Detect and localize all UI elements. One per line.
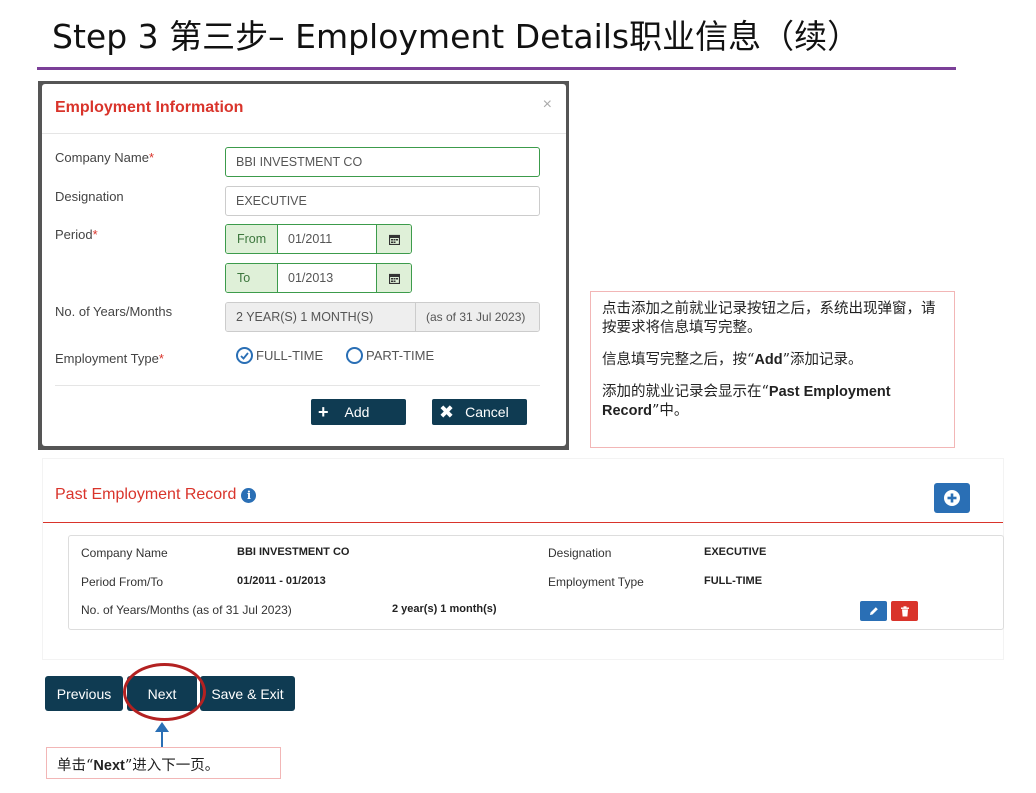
full-time-label: FULL-TIME (256, 348, 324, 363)
calendar-icon[interactable] (376, 225, 411, 253)
section-title: Past Employment Record i (55, 486, 257, 504)
employment-information-modal: Employment Information × Company Name* B… (42, 84, 566, 446)
radio-part-time[interactable]: PART-TIME (346, 347, 434, 364)
rec-years-label: No. of Years/Months (as of 31 Jul 2023) (81, 603, 292, 617)
years-months-value: 2 YEAR(S) 1 MONTH(S) (226, 303, 416, 331)
designation-input[interactable]: EXECUTIVE (225, 186, 540, 216)
from-addon: From (226, 225, 278, 253)
check-circle-icon (236, 347, 253, 364)
previous-button[interactable]: Previous (45, 676, 123, 711)
radio-full-time[interactable]: FULL-TIME (236, 347, 323, 364)
callout-arrow (161, 731, 163, 748)
rec-emptype-value: FULL-TIME (704, 575, 763, 587)
delete-record-button[interactable] (891, 601, 918, 621)
rec-years-value: 2 year(s) 1 month(s) (392, 603, 497, 615)
rec-period-label: Period From/To (81, 575, 164, 589)
period-to-input[interactable]: 01/2013 (278, 264, 376, 292)
pencil-icon (869, 607, 878, 615)
info-icon[interactable]: i (241, 487, 257, 503)
to-addon: To (226, 264, 278, 292)
designation-label: Designation (55, 189, 124, 204)
cancel-label: Cancel (465, 404, 509, 420)
radio-empty-icon (346, 347, 363, 364)
years-months-group: 2 YEAR(S) 1 MONTH(S) (as of 31 Jul 2023) (225, 302, 540, 332)
rec-emptype-label: Employment Type (548, 575, 644, 589)
next-tip: 单击“Next”进入下一页。 (46, 747, 281, 779)
plus-icon: + (318, 401, 329, 422)
modal-divider (42, 133, 566, 134)
rec-company-label: Company Name (81, 546, 168, 560)
company-name-label: Company Name* (55, 150, 154, 165)
add-button[interactable]: + Add (311, 399, 406, 425)
close-icon[interactable]: × (543, 96, 552, 114)
add-record-button[interactable] (934, 483, 970, 513)
add-label: Add (344, 404, 370, 420)
period-to-group: To 01/2013 (225, 263, 412, 293)
slide-title: Step 3 第三步– Employment Details职业信息（续） (52, 17, 861, 56)
period-label: Period* (55, 227, 98, 242)
note-line-1: 点击添加之前就业记录按钮之后，系统出现弹窗，请按要求将信息填写完整。 (602, 301, 936, 336)
rec-company-value: BBI INVESTMENT CO (237, 546, 350, 558)
past-employment-section: Past Employment Record i Company Name BB… (42, 458, 1004, 660)
trash-icon (900, 605, 909, 616)
note-line-2: 信息填写完整之后，按“Add”添加记录。 (602, 352, 863, 368)
times-icon: ✖ (439, 401, 455, 422)
part-time-label: PART-TIME (366, 348, 435, 363)
years-asof-addon: (as of 31 Jul 2023) (416, 303, 539, 331)
modal-title: Employment Information (55, 99, 244, 116)
company-name-input[interactable]: BBI INVESTMENT CO (225, 147, 540, 177)
calendar-icon[interactable] (376, 264, 411, 292)
period-from-group: From 01/2011 (225, 224, 412, 254)
years-months-label: No. of Years/Months (55, 304, 173, 319)
cancel-button[interactable]: ✖ Cancel (432, 399, 527, 425)
note-line-3: 添加的就业记录会显示在“Past Employment Record”中。 (602, 384, 891, 419)
title-underline (37, 67, 956, 70)
record-card: Company Name BBI INVESTMENT CO Designati… (68, 535, 1004, 630)
next-highlight-ring (123, 663, 206, 721)
section-rule (43, 522, 1003, 523)
save-exit-button[interactable]: Save & Exit (200, 676, 295, 711)
period-from-input[interactable]: 01/2011 (278, 225, 376, 253)
edit-record-button[interactable] (860, 601, 887, 621)
rec-designation-value: EXECUTIVE (704, 546, 767, 558)
employment-type-label: Employment Type* (55, 351, 164, 366)
instruction-note: 点击添加之前就业记录按钮之后，系统出现弹窗，请按要求将信息填写完整。 信息填写完… (590, 291, 955, 448)
plus-circle-icon (944, 490, 960, 506)
rec-designation-label: Designation (548, 546, 612, 560)
modal-footer-divider (55, 385, 540, 386)
rec-period-value: 01/2011 - 01/2013 (237, 575, 326, 587)
